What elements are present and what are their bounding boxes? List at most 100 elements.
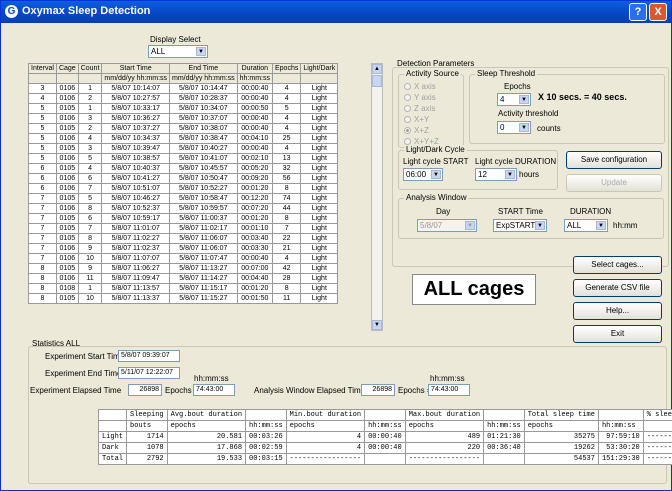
table-row[interactable]: 5 0106 5 5/8/07 10:38:57 5/8/07 10:41:07 00:0… (28, 153, 339, 164)
radio-x-plus-z[interactable]: X+Z (404, 126, 429, 135)
help-title-button[interactable]: ? (629, 3, 647, 21)
table-row[interactable]: 7 0106 9 5/8/07 11:02:37 5/8/07 11:06:07 00:0… (28, 243, 339, 254)
stats-cell (364, 453, 406, 465)
stats-cell: epochs (166, 420, 247, 432)
column-unit: hh:mm:ss (236, 73, 273, 84)
save-configuration-button[interactable]: Save configuration (566, 151, 662, 169)
stats-cell: Total (97, 453, 128, 465)
stats-cell: 4 (285, 431, 366, 443)
table-cell: 5/8/07 11:06:27 (101, 263, 171, 274)
table-cell: 0106 (55, 183, 79, 194)
radio-x-axis[interactable]: X axis (404, 82, 436, 91)
radio-dot (404, 94, 411, 101)
exit-button[interactable]: Exit (573, 325, 662, 343)
radio-dot (404, 83, 411, 90)
table-cell: 5/8/07 10:50:47 (169, 173, 238, 184)
radio-z-axis[interactable]: Z axis (404, 104, 435, 113)
column-header[interactable]: Count (77, 63, 103, 74)
table-cell: Light (300, 203, 339, 214)
close-button[interactable]: X (649, 3, 667, 21)
table-cell: 5/8/07 10:14:07 (101, 83, 171, 94)
column-header[interactable]: Duration (236, 63, 273, 74)
stats-cell: 00:00:40 (364, 442, 406, 454)
table-row[interactable]: 7 0105 6 5/8/07 10:59:17 5/8/07 11:00:37 00:0… (28, 213, 339, 224)
table-cell: 5/8/07 11:06:07 (169, 243, 238, 254)
stats-cell (597, 409, 644, 421)
table-cell: 5/8/07 10:37:27 (101, 123, 171, 134)
table-row[interactable]: 7 0105 8 5/8/07 11:02:27 5/8/07 11:06:07 00:0… (28, 233, 339, 244)
table-row[interactable]: 6 0105 4 5/8/07 10:40:37 5/8/07 10:45:57 00:0… (28, 163, 339, 174)
column-header[interactable]: Epochs (271, 63, 302, 74)
light-start-label: Light cycle START (403, 157, 469, 166)
activity-threshold-label: Activity threshold (498, 109, 559, 118)
day-dropdown[interactable]: 5/8/07 ▼ (417, 219, 477, 232)
column-header[interactable]: Start Time (101, 63, 171, 74)
table-cell: 6 (28, 183, 57, 194)
table-cell: 42 (271, 263, 302, 274)
table-cell: 7 (77, 223, 103, 234)
table-cell: 00:04:40 (236, 273, 273, 284)
help-button[interactable]: Help... (573, 302, 662, 320)
stats-cell: epochs (523, 420, 599, 432)
table-cell: 00:00:50 (236, 103, 273, 114)
table-cell: 8 (28, 293, 57, 304)
table-row[interactable]: 7 0106 8 5/8/07 10:52:37 5/8/07 10:59:57 00:0… (28, 203, 339, 214)
column-header[interactable]: Interval (28, 63, 57, 74)
table-row[interactable]: 5 0105 3 5/8/07 10:39:47 5/8/07 10:40:27 00:0… (28, 143, 339, 154)
table-row[interactable]: 7 0105 7 5/8/07 11:01:07 5/8/07 11:02:17 00:0… (28, 223, 339, 234)
table-cell: Light (300, 83, 339, 94)
column-header[interactable]: Cage (55, 63, 79, 74)
column-unit (77, 73, 103, 84)
table-row[interactable]: 8 0105 9 5/8/07 11:06:27 5/8/07 11:13:27 00:0… (28, 263, 339, 274)
epochs-dropdown[interactable]: 4 ▼ (497, 93, 531, 106)
stats-cell: epochs (285, 420, 366, 432)
table-cell: 21 (271, 243, 302, 254)
stats-cell: Total sleep time (523, 409, 599, 421)
duration-dropdown[interactable]: ALL ▼ (564, 219, 608, 232)
table-row[interactable]: 5 0106 4 5/8/07 10:34:37 5/8/07 10:38:47 00:0… (28, 133, 339, 144)
display-select-dropdown[interactable]: ALL ▼ (148, 45, 208, 58)
table-row[interactable]: 7 0106 10 5/8/07 11:07:07 5/8/07 11:07:47 00:… (28, 253, 339, 264)
table-row[interactable]: 3 0106 1 5/8/07 10:14:07 5/8/07 10:14:47 00:0… (28, 83, 339, 94)
hours-label: hours (519, 170, 540, 179)
radio-dot (404, 138, 411, 145)
activity-threshold-dropdown[interactable]: 0 ▼ (497, 121, 531, 134)
scroll-up-icon[interactable]: ▲ (372, 64, 382, 74)
column-unit: mm/dd/yy hh:mm:ss (169, 73, 238, 84)
table-cell: 00:04:10 (236, 133, 273, 144)
title-bar: G Oxymax Sleep Detection ? X (1, 1, 671, 23)
table-row[interactable]: 7 0105 5 5/8/07 10:46:27 5/8/07 10:58:47 00:1… (28, 193, 339, 204)
select-cages-button[interactable]: Select cages... (573, 256, 662, 274)
radio-x-plus-y[interactable]: X+Y (404, 115, 429, 124)
table-row[interactable]: 4 0106 2 5/8/07 10:27:57 5/8/07 10:28:37 00:0… (28, 93, 339, 104)
start-time-dropdown[interactable]: ExpSTART ▼ (493, 219, 547, 232)
table-row[interactable]: 6 0106 6 5/8/07 10:41:27 5/8/07 10:50:47 00:0… (28, 173, 339, 184)
table-cell: Light (300, 233, 339, 244)
column-header[interactable]: End Time (169, 63, 238, 74)
table-cell: 0105 (55, 263, 79, 274)
scroll-down-icon[interactable]: ▼ (372, 320, 382, 330)
chevron-down-icon: ▼ (431, 170, 441, 179)
table-cell: 7 (28, 193, 57, 204)
generate-csv-button[interactable]: Generate CSV file (573, 279, 662, 297)
scroll-thumb[interactable] (372, 75, 382, 87)
table-cell: 3 (28, 83, 57, 94)
table-scrollbar[interactable]: ▲ ▼ (371, 63, 383, 331)
column-header[interactable]: Light/Dark (300, 63, 339, 74)
table-row[interactable]: 5 0105 1 5/8/07 10:33:17 5/8/07 10:34:07 00:0… (28, 103, 339, 114)
table-row[interactable]: 6 0106 7 5/8/07 10:51:07 5/8/07 10:52:27 00:0… (28, 183, 339, 194)
light-duration-dropdown[interactable]: 12 ▼ (475, 168, 517, 181)
window-elapsed-label: Analysis Window Elapsed Time (254, 386, 366, 395)
table-row[interactable]: 8 0108 1 5/8/07 11:13:57 5/8/07 11:15:17 00:0… (28, 283, 339, 294)
table-row[interactable]: 8 0106 11 5/8/07 11:09:47 5/8/07 11:14:27 00:… (28, 273, 339, 284)
stats-cell (483, 453, 525, 465)
update-button[interactable]: Update (566, 174, 662, 192)
table-row[interactable]: 5 0106 3 5/8/07 10:36:27 5/8/07 10:37:07 00:0… (28, 113, 339, 124)
radio-y-axis[interactable]: Y axis (404, 93, 436, 102)
table-cell: 5/8/07 10:51:07 (101, 183, 171, 194)
table-row[interactable]: 5 0105 2 5/8/07 10:37:27 5/8/07 10:38:07 00:0… (28, 123, 339, 134)
stats-cell: 489 (404, 431, 485, 443)
light-start-dropdown[interactable]: 06:00 ▼ (403, 168, 443, 181)
table-cell: 5/8/07 10:52:27 (169, 183, 238, 194)
table-row[interactable]: 8 0105 10 5/8/07 11:13:37 5/8/07 11:15:27 00:… (28, 293, 339, 304)
